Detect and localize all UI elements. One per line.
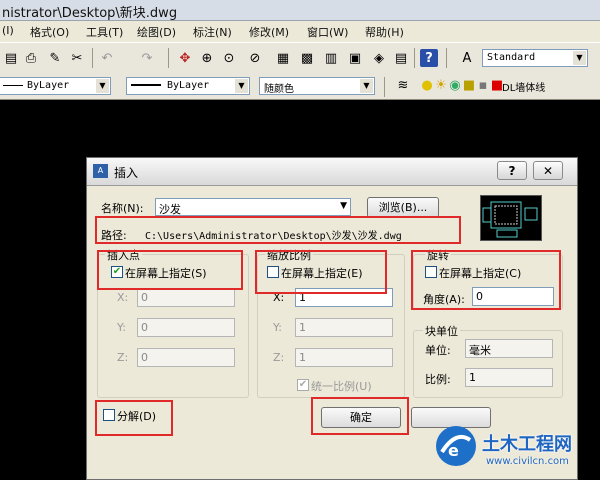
insertion-y-label: Y: xyxy=(117,321,126,334)
toolbar-separator xyxy=(168,48,169,68)
name-label: 名称(N): xyxy=(101,202,144,215)
ratio-label: 比例: xyxy=(425,373,451,386)
path-highlight xyxy=(95,216,461,244)
app-title: nistrator\Desktop\新块.dwg xyxy=(2,6,178,21)
explode-highlight xyxy=(95,400,173,436)
chevron-down-icon[interactable]: ▼ xyxy=(96,79,109,93)
redo-icon[interactable]: ↷ xyxy=(138,49,156,67)
current-layer-name[interactable]: DL墙体线 xyxy=(502,79,545,94)
insertion-x-label: X: xyxy=(117,291,129,304)
insertion-x-input[interactable]: 0 xyxy=(137,288,235,307)
scale-z-label: Z: xyxy=(273,351,285,364)
svg-text:e: e xyxy=(448,441,459,460)
tool-palette-icon[interactable]: ▥ xyxy=(322,49,340,67)
unit-label: 单位: xyxy=(425,344,451,357)
ratio-value: 1 xyxy=(465,368,553,387)
text-style-combo[interactable]: Standard ▼ xyxy=(482,49,588,67)
open-icon[interactable]: ▤ xyxy=(2,49,20,67)
rotation-highlight xyxy=(411,250,561,310)
browse-button[interactable]: 浏览(B)... xyxy=(367,197,439,218)
chevron-down-icon[interactable]: ▼ xyxy=(573,51,586,65)
scale-y-input[interactable]: 1 xyxy=(295,318,393,337)
menu-item-modify[interactable]: 修改(M) xyxy=(249,24,289,40)
ok-highlight xyxy=(311,397,409,435)
insertion-z-label: Z: xyxy=(117,351,129,364)
dialog-title-bar: A 插入 ? ✕ xyxy=(87,158,577,186)
print-icon[interactable]: ⎙ xyxy=(22,49,40,67)
chevron-down-icon[interactable]: ▼ xyxy=(235,79,248,93)
block-preview xyxy=(480,195,542,241)
toolbar-separator xyxy=(92,48,93,68)
linetype-combo[interactable]: ByLayer ▼ xyxy=(126,77,250,95)
match-properties-icon[interactable]: ✎ xyxy=(46,49,64,67)
calculator-icon[interactable]: ▤ xyxy=(392,49,410,67)
unit-value: 毫米 xyxy=(465,339,553,358)
insertion-z-input[interactable]: 0 xyxy=(137,348,235,367)
menu-bar: (I) 格式(O) 工具(T) 绘图(D) 标注(N) 修改(M) 窗口(W) … xyxy=(0,21,600,42)
app-title-bar: nistrator\Desktop\新块.dwg xyxy=(0,0,600,21)
toolbar-separator xyxy=(446,48,447,68)
menu-item-tools[interactable]: 工具(T) xyxy=(86,24,123,40)
menu-item-insert[interactable]: (I) xyxy=(2,24,14,37)
chevron-down-icon[interactable]: ▼ xyxy=(340,201,347,211)
watermark: e 土木工程网 www.civilcn.com xyxy=(434,420,594,476)
standard-toolbar: ▤ ⎙ ✎ ✂ ↶ ↷ ✥ ⊕ ⊙ ⊘ ▦ ▩ ▥ ▣ ◈ ▤ ? A Stan… xyxy=(0,42,600,74)
toolbar-separator xyxy=(384,77,385,97)
scale-z-input[interactable]: 1 xyxy=(295,348,393,367)
block-unit-title: 块单位 xyxy=(423,323,460,339)
toolbar-separator xyxy=(414,48,415,68)
name-select[interactable]: 沙发 ▼ xyxy=(155,198,351,216)
watermark-brand: 土木工程网 xyxy=(482,434,572,455)
zoom-realtime-icon[interactable]: ⊕ xyxy=(198,49,216,67)
menu-item-draw[interactable]: 绘图(D) xyxy=(137,24,176,40)
uniform-scale-label: 统一比例(U) xyxy=(311,380,372,393)
lineweight-combo[interactable]: 随颜色 ▼ xyxy=(259,77,375,95)
properties-toolbar: ByLayer ▼ ByLayer ▼ 随颜色 ▼ ≋ ● ☀ ◉ ■ ▪ ■ … xyxy=(0,72,600,100)
menu-item-format[interactable]: 格式(O) xyxy=(30,24,69,40)
scale-y-label: Y: xyxy=(273,321,282,334)
insertion-y-input[interactable]: 0 xyxy=(137,318,235,337)
uniform-scale-checkbox[interactable]: ✔ xyxy=(297,379,309,391)
design-center-icon[interactable]: ▩ xyxy=(298,49,316,67)
line-sample xyxy=(131,84,161,86)
sofa-thumbnail-icon xyxy=(482,201,538,238)
help-button[interactable]: ? xyxy=(497,161,527,180)
zoom-window-icon[interactable]: ⊙ xyxy=(220,49,238,67)
markup-icon[interactable]: ◈ xyxy=(370,49,388,67)
menu-item-window[interactable]: 窗口(W) xyxy=(307,24,348,40)
pan-icon[interactable]: ✥ xyxy=(176,49,194,67)
scale-highlight xyxy=(255,250,387,294)
line-sample xyxy=(3,84,23,86)
color-combo[interactable]: ByLayer ▼ xyxy=(0,77,111,95)
undo-icon[interactable]: ↶ xyxy=(98,49,116,67)
close-button[interactable]: ✕ xyxy=(533,161,563,180)
layer-manager-icon[interactable]: ≋ xyxy=(394,76,412,94)
dialog-title: 插入 xyxy=(114,166,139,180)
sheet-set-icon[interactable]: ▣ xyxy=(346,49,364,67)
text-style-icon[interactable]: A xyxy=(458,49,476,67)
zoom-previous-icon[interactable]: ⊘ xyxy=(246,49,264,67)
insertion-highlight xyxy=(97,250,243,290)
properties-icon[interactable]: ▦ xyxy=(274,49,292,67)
autocad-dialog-icon: A xyxy=(93,164,108,178)
cut-icon[interactable]: ✂ xyxy=(68,49,86,67)
menu-item-dimension[interactable]: 标注(N) xyxy=(193,24,232,40)
menu-item-help[interactable]: 帮助(H) xyxy=(365,24,404,40)
civilcn-logo-icon: e xyxy=(436,426,476,466)
watermark-url: www.civilcn.com xyxy=(486,456,569,467)
chevron-down-icon[interactable]: ▼ xyxy=(360,79,373,93)
help-icon[interactable]: ? xyxy=(420,49,438,67)
